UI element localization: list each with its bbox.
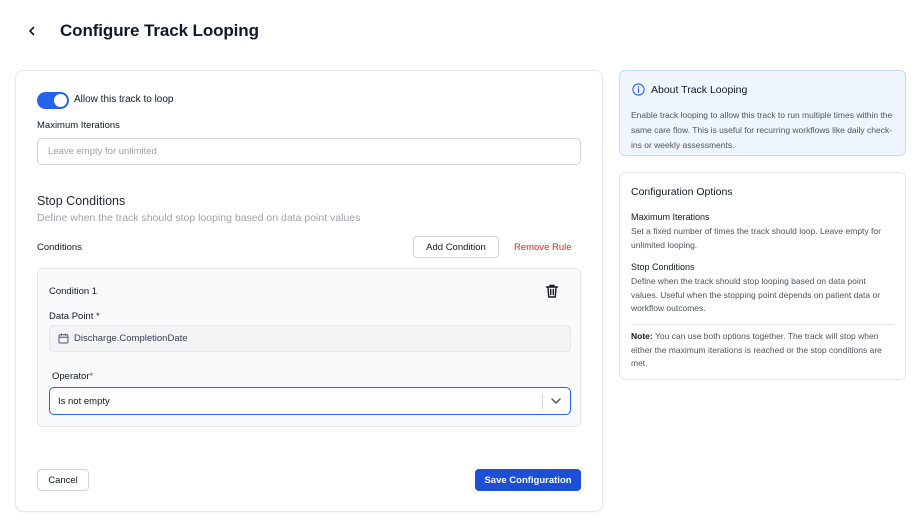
stop-conditions-text: Define when the track should stop loopin… (631, 276, 881, 313)
data-point-value: Discharge.CompletionDate (74, 333, 188, 344)
max-iterations-input[interactable] (37, 138, 581, 165)
trash-icon (545, 284, 559, 298)
divider (631, 324, 894, 325)
required-mark: * (89, 371, 94, 382)
save-configuration-button[interactable]: Save Configuration (475, 469, 581, 491)
allow-loop-toggle[interactable] (37, 92, 69, 109)
info-icon (632, 83, 645, 96)
cancel-button[interactable]: Cancel (37, 469, 89, 491)
chevron-down-icon (551, 398, 561, 404)
about-track-looping-card: About Track Looping Enable track looping… (619, 70, 906, 156)
remove-rule-link[interactable]: Remove Rule (514, 242, 572, 253)
conditions-label: Conditions (37, 242, 82, 253)
operator-select[interactable]: Is not empty (49, 387, 571, 415)
note-paragraph: Note: You can use both options together.… (631, 330, 893, 371)
operator-select-value: Is not empty (58, 396, 110, 407)
max-iterations-label: Maximum Iterations (37, 120, 120, 131)
calendar-icon (58, 333, 69, 344)
toggle-knob (54, 94, 67, 107)
page-title: Configure Track Looping (60, 21, 259, 40)
note-text: You can use both options together. The t… (631, 331, 882, 368)
condition-card: Condition 1 Data Point * Discharge.Compl… (37, 268, 581, 427)
max-iterations-heading: Maximum Iterations (631, 212, 710, 222)
back-button[interactable] (22, 21, 42, 41)
delete-condition-button[interactable] (544, 283, 560, 299)
operator-label-text: Operator (52, 371, 90, 382)
about-title: About Track Looping (651, 84, 748, 96)
operator-label: Operator* (52, 371, 93, 382)
options-title: Configuration Options (631, 186, 733, 198)
condition-title: Condition 1 (49, 286, 98, 297)
max-iterations-text: Set a fixed number of times the track sh… (631, 226, 881, 250)
stop-conditions-heading: Stop Conditions (631, 262, 695, 272)
stop-conditions-title: Stop Conditions (37, 194, 126, 208)
add-condition-button[interactable]: Add Condition (413, 236, 499, 258)
about-body: Enable track looping to allow this track… (631, 110, 893, 150)
chevron-left-icon (29, 26, 35, 36)
configuration-options-card: Configuration Options Maximum Iterations… (619, 172, 906, 380)
allow-loop-label: Allow this track to loop (74, 94, 174, 105)
data-point-field[interactable]: Discharge.CompletionDate (49, 325, 571, 352)
page-header: Configure Track Looping (0, 0, 914, 62)
select-divider (542, 393, 543, 409)
looping-config-card: Allow this track to loop Maximum Iterati… (15, 70, 603, 512)
data-point-label: Data Point * (49, 311, 100, 322)
note-label: Note: (631, 331, 653, 341)
stop-conditions-subtitle: Define when the track should stop loopin… (37, 212, 361, 224)
